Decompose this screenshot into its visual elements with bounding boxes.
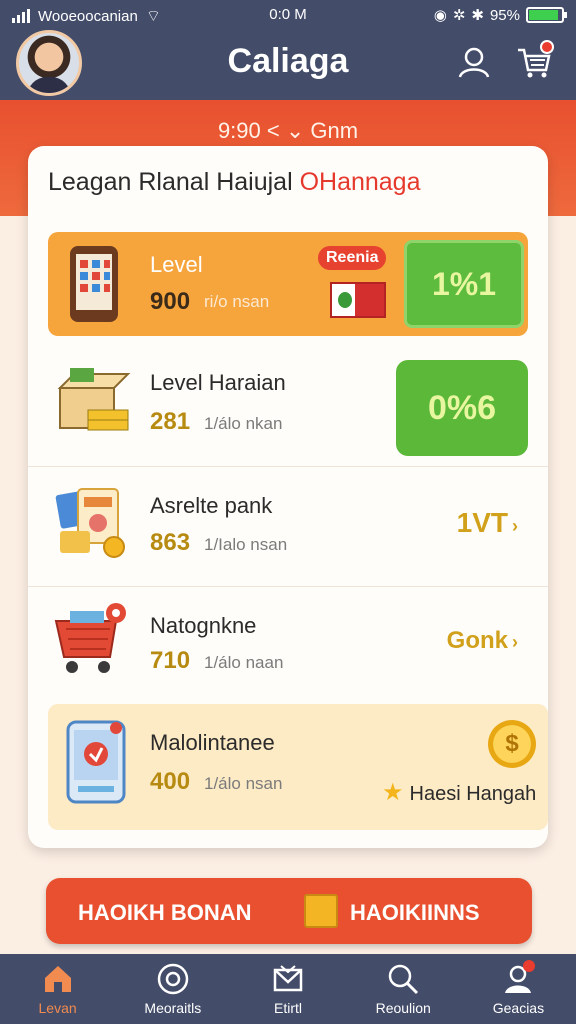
bonus-button-right-label: HAOIKIINNS (350, 900, 480, 925)
row-subtext: 1/Ialo nsan (204, 535, 288, 554)
card-title-highlight: OHannaga (299, 168, 421, 196)
row-title: Natognkne (150, 613, 257, 638)
row-subtext: 1/álo naan (204, 653, 284, 672)
row-side-link[interactable]: 1VT › (457, 507, 518, 539)
list-item-asrelte-pank[interactable]: Asrelte pank 863 1/Ialo nsan 1VT › (28, 466, 548, 578)
profile-notification-dot (522, 960, 535, 972)
row-title: Asrelte pank (150, 493, 273, 518)
alarm-icon: ◉ (433, 7, 447, 24)
list-item-malolintanee[interactable]: Malolintanee 400 1/álo nsan $ ★ Haesi Han… (48, 704, 548, 830)
nav-item-reoulion[interactable]: Reoulion (346, 954, 461, 1024)
tablet-icon (66, 720, 126, 804)
gift-box-icon (304, 894, 338, 928)
nav-label: Etirtl (274, 1000, 302, 1016)
status-badge: Reenia (318, 246, 387, 270)
level-value-box[interactable]: 0%6 (396, 360, 528, 456)
card-title: Leagan Rlanal Haiujal OHannaga (48, 168, 421, 197)
nav-item-etirtl[interactable]: Etirtl (230, 954, 345, 1024)
battery-percent: 95% (489, 6, 520, 24)
row-title: Level (150, 252, 203, 277)
row-value: 863 (150, 529, 191, 556)
list-item-natognkne[interactable]: Natognkne 710 1/álo naan Gonk › (28, 586, 548, 698)
row-subtext: 1/álo nkan (204, 414, 283, 433)
reward-label[interactable]: ★ Haesi Hangah (382, 778, 536, 807)
row-subtext: ri/o nsan (204, 292, 270, 311)
search-icon (388, 964, 419, 995)
flag-icon (330, 282, 386, 318)
band-subline: 9:90 < ⌄ Gnm (217, 118, 359, 143)
settings-icon: ✲ (452, 7, 466, 24)
nav-label: Geacias (492, 1000, 545, 1016)
mail-icon (273, 965, 303, 992)
bluetooth-icon: ✱ (471, 7, 484, 24)
nav-label: Meoraitls (144, 1000, 202, 1016)
nav-label: Levan (38, 1000, 77, 1016)
row-subtext: 1/álo nsan (204, 774, 283, 793)
card-title-main: Leagan Rlanal Haiujal (48, 168, 300, 196)
status-right: ◉ ✲ ✱ 95% (433, 6, 567, 24)
level-value-box[interactable]: 1%1 (404, 240, 524, 328)
shopping-cart-icon (54, 603, 126, 673)
bonus-button-left-label: HAOIKH BONAN (78, 900, 252, 925)
row-value: 710 (150, 647, 191, 674)
row-title: Malolintanee (150, 730, 275, 755)
nav-item-meoraitls[interactable]: Meoraitls (115, 954, 230, 1024)
home-icon (44, 966, 71, 992)
money-stack-icon (57, 368, 131, 431)
status-bar: Wooeoocanian ⌔ 0:0 M ◉ ✲ ✱ 95% (0, 0, 576, 30)
row-title: Level Haraian (150, 370, 286, 395)
row-side-label: 1VT (456, 507, 508, 538)
nav-label: Reoulion (375, 1000, 431, 1016)
nav-item-geacias[interactable]: Geacias (461, 954, 576, 1024)
levels-card: Leagan Rlanal Haiujal OHannaga Level 900… (28, 146, 548, 848)
user-icon[interactable] (456, 44, 492, 80)
bottom-nav: Levan Meoraitls Etirtl Reoulion Geacias (0, 954, 576, 1024)
star-icon: ★ (382, 779, 404, 806)
list-item-level[interactable]: Level 900 ri/o nsan Reenia 1%1 (48, 232, 528, 336)
cart-notification-dot (540, 40, 554, 54)
phone-icon (70, 246, 118, 322)
nav-item-levan[interactable]: Levan (0, 954, 115, 1024)
row-side-label: Gonk (446, 627, 508, 654)
cart-icon[interactable] (516, 40, 554, 80)
cards-icon (55, 488, 125, 558)
app-header: Caliaga (0, 30, 576, 100)
chevron-right-icon: › (512, 632, 518, 652)
row-value: 400 (150, 768, 191, 795)
row-side-link[interactable]: Gonk › (447, 627, 518, 655)
coin-icon: $ (488, 720, 536, 768)
bonus-button[interactable]: HAOIKH BONAN HAOIKIINNS (46, 878, 532, 944)
battery-icon (526, 7, 567, 23)
row-value: 900 (150, 288, 191, 315)
row-value: 281 (150, 408, 191, 435)
compass-icon (157, 963, 189, 995)
list-item-level-haraian[interactable]: Level Haraian 281 1/álo nkan 0%6 (28, 346, 548, 458)
reward-label-text: Haesi Hangah (409, 783, 537, 805)
chevron-right-icon: › (512, 516, 518, 536)
